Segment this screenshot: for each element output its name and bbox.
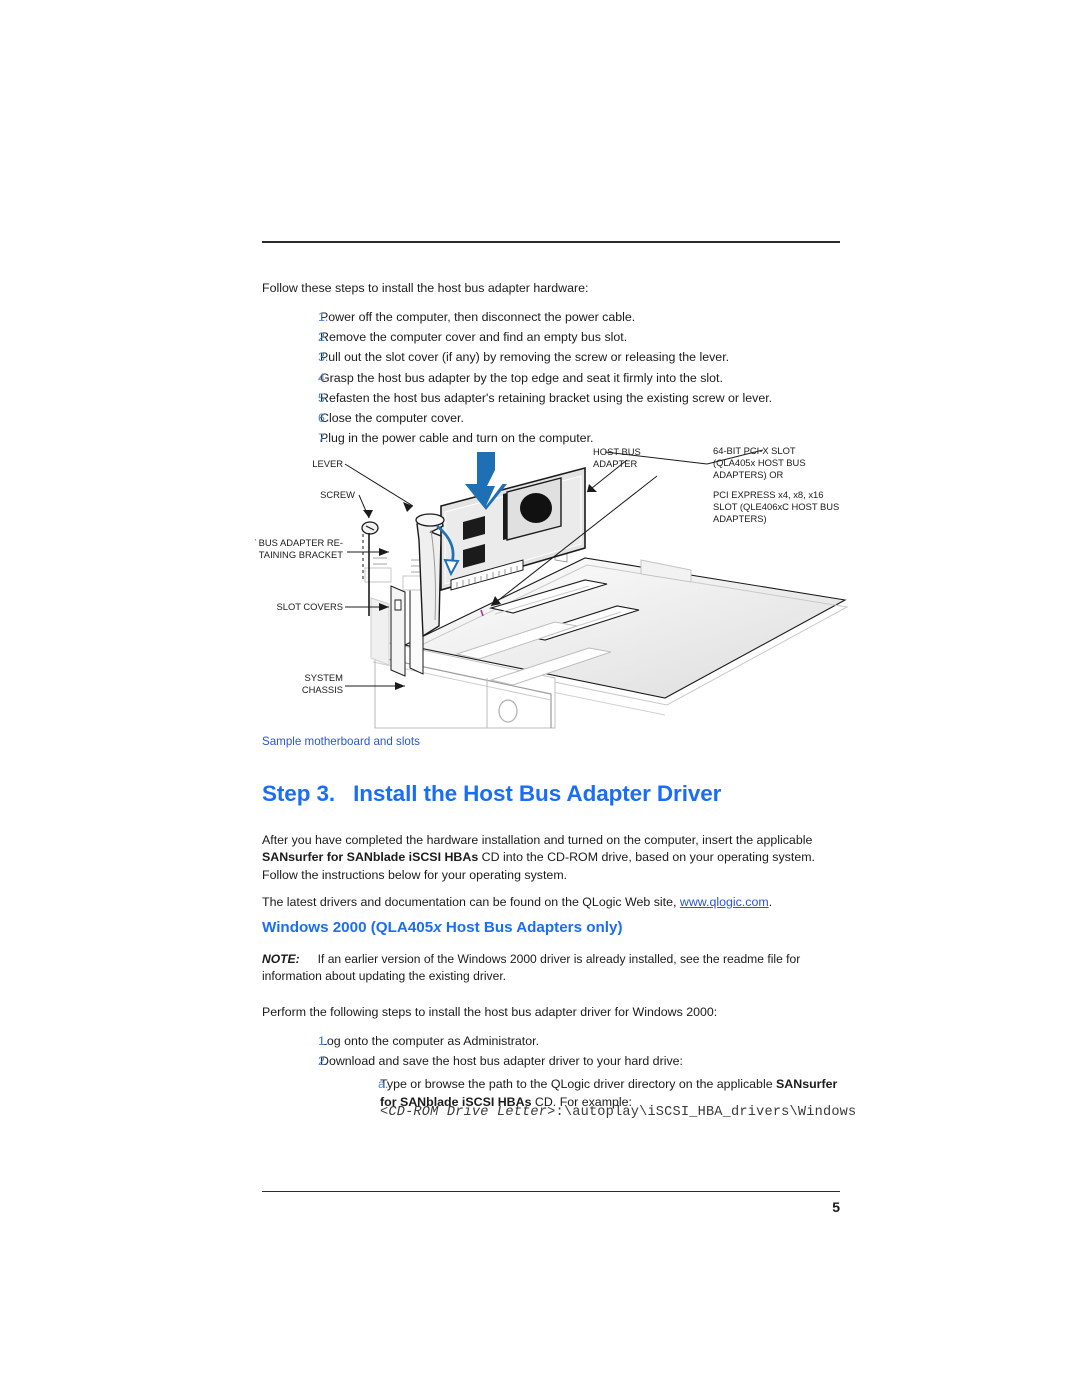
list-item-text: Type or browse the path to the QLogic dr… [380, 1077, 777, 1092]
list-item: 1. Power off the computer, then disconnec… [262, 307, 840, 327]
list-item: 6. Close the computer cover. [262, 408, 840, 428]
list-item: 1. Log onto the computer as Administrator… [262, 1031, 840, 1051]
list-item-text: Download and save the host bus adapter d… [320, 1054, 683, 1069]
list-marker: 2. [318, 1054, 329, 1069]
list-marker: a. [378, 1077, 389, 1092]
intro-paragraph: Follow these steps to install the host b… [262, 281, 589, 295]
heading-text: Host Bus Adapters only) [441, 919, 623, 936]
list-marker: 4. [318, 370, 329, 385]
list-item: 5. Refasten the host bus adapter's retain… [262, 388, 840, 408]
figure-label-chassis-line1: SYSTEM [304, 672, 343, 683]
note-text: If an earlier version of the Windows 200… [262, 952, 801, 984]
note-block: NOTE: If an earlier version of the Window… [262, 951, 840, 985]
list-item: 3. Pull out the slot cover (if any) by re… [262, 347, 840, 367]
list-marker: 2. [318, 330, 329, 345]
list-item-text: Refasten the host bus adapter's retainin… [320, 390, 773, 405]
path-rest: :\autoplay\iSCSI_HBA_drivers\Windows [555, 1105, 857, 1120]
figure-label-screw: SCREW [320, 489, 355, 500]
figure-label-slot-line6: ADAPTERS) [713, 513, 767, 524]
list-item: 2. Remove the computer cover and find an … [262, 327, 840, 347]
step3-paragraph-2: The latest drivers and documentation can… [262, 894, 840, 911]
list-marker: 3. [318, 350, 329, 365]
list-marker: 6. [318, 411, 329, 426]
example-path: <CD-ROM Drive Letter>:\autoplay\iSCSI_HB… [380, 1105, 856, 1120]
list-marker: 5. [318, 390, 329, 405]
heading-italic-x: x [433, 919, 442, 936]
paragraph-text: The latest drivers and documentation can… [262, 895, 680, 909]
step-title: Install the Host Bus Adapter Driver [353, 781, 722, 806]
list-item: 4. Grasp the host bus adapter by the top … [262, 368, 840, 388]
windows-steps-lead-in: Perform the following steps to install t… [262, 1005, 718, 1019]
figure-label-slot-line3: ADAPTERS) OR [713, 469, 784, 480]
figure-caption: Sample motherboard and slots [262, 735, 420, 748]
list-item-text: Power off the computer, then disconnect … [320, 310, 636, 324]
heading-text: Windows 2000 (QLA405 [262, 919, 434, 936]
windows-steps-list: 1. Log onto the computer as Administrator… [262, 1031, 840, 1112]
footer-rule [262, 1191, 840, 1192]
list-item-text: Grasp the host bus adapter by the top ed… [320, 370, 723, 385]
page-title: Step 3. Install the Host Bus Adapter Driv… [262, 781, 721, 807]
header-rule [262, 241, 840, 243]
product-name-bold: SANsurfer for SANblade iSCSI [262, 850, 442, 865]
list-item-text: Close the computer cover. [320, 411, 464, 426]
list-item-text: Remove the computer cover and find an em… [320, 330, 628, 345]
path-placeholder: <CD-ROM Drive Letter> [380, 1105, 556, 1120]
figure-label-slot-line4: PCI EXPRESS x4, x8, x16 [713, 489, 823, 500]
note-label: NOTE: [262, 952, 300, 966]
page-number: 5 [832, 1199, 840, 1215]
list-item-text: Pull out the slot cover (if any) by remo… [320, 350, 730, 365]
step-label: Step 3. [262, 781, 336, 806]
figure-label-hba-line1: HOST BUS [593, 446, 641, 457]
motherboard-figure: LEVER SCREW HOST BUS ADAPTER RE- TAINING… [255, 440, 855, 730]
list-marker: 1. [318, 310, 329, 324]
figure-label-slot-line5: SLOT (QLE406xC HOST BUS [713, 501, 839, 512]
figure-label-slot-line1: 64-BIT PCI-X SLOT [713, 445, 796, 456]
paragraph-text: . [768, 895, 773, 909]
figure-label-slot-covers: SLOT COVERS [276, 601, 343, 612]
list-item: 2. Download and save the host bus adapter… [262, 1051, 840, 1071]
section-heading-windows2000: Windows 2000 (QLA405x Host Bus Adapters … [262, 919, 623, 936]
figure-label-slot-line2: (QLA405x HOST BUS [713, 457, 806, 468]
hardware-steps-list: 1. Power off the computer, then disconnec… [262, 307, 840, 448]
figure-label-hba-line2: ADAPTER [593, 458, 638, 469]
list-item-text: Log onto the computer as Administrator. [320, 1034, 540, 1048]
qlogic-website-link[interactable]: www.qlogic.com [680, 895, 769, 909]
figure-label-lever: LEVER [312, 458, 343, 469]
document-page: Follow these steps to install the host b… [0, 0, 1080, 1397]
figure-label-chassis-line2: CHASSIS [302, 684, 343, 695]
figure-label-bracket-line2: TAINING BRACKET [259, 549, 343, 560]
hbas-bold: HBAs [444, 850, 479, 865]
paragraph-text: After you have completed the hardware in… [262, 833, 813, 847]
list-marker: 1. [318, 1034, 329, 1048]
step3-paragraph-1: After you have completed the hardware in… [262, 832, 840, 884]
figure-label-bracket-line1: HOST BUS ADAPTER RE- [255, 537, 343, 548]
